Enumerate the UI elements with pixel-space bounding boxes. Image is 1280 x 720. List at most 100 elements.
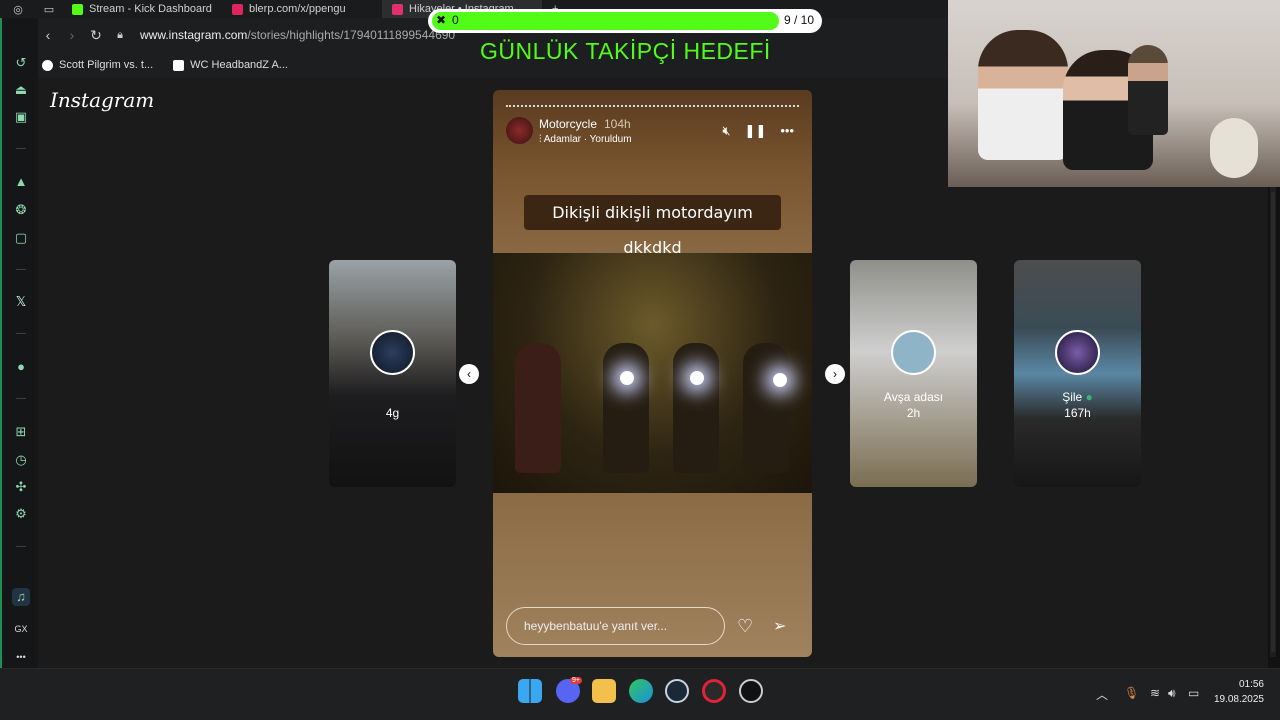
- story-music-label: Adamlar · Yoruldum: [543, 134, 632, 145]
- x-icon[interactable]: 𝕏: [12, 293, 30, 311]
- settings-icon[interactable]: ⚙: [12, 505, 30, 523]
- tray-chevron-icon[interactable]: ︿: [1096, 686, 1108, 703]
- aria-icon[interactable]: ⏏: [12, 81, 30, 99]
- bookmark-label: Scott Pilgrim vs. t...: [59, 59, 154, 71]
- scroll-thumb[interactable]: [1271, 192, 1275, 652]
- card-avatar: [1055, 330, 1100, 375]
- rider-figure: [673, 343, 719, 473]
- heart-icon[interactable]: ♡: [737, 616, 753, 637]
- rider-figure: [603, 343, 649, 473]
- clock-time: 01:56: [1238, 679, 1264, 690]
- sidebar-divider: —: [16, 264, 26, 275]
- tab-label: blerp.com/x/ppengu: [249, 3, 346, 15]
- headlight: [620, 371, 634, 385]
- messenger-icon[interactable]: ▣: [12, 108, 30, 126]
- card-label: Şile ●: [1014, 390, 1141, 404]
- story-card-sile[interactable]: Şile ● 167h: [1014, 260, 1141, 487]
- microphone-icon[interactable]: 🎙︎: [1124, 686, 1139, 700]
- instagram-logo[interactable]: Instagram: [50, 88, 154, 112]
- battery-icon[interactable]: ▭: [1188, 686, 1199, 700]
- card-avatar: [891, 330, 936, 375]
- clock-date: 19.08.2025: [1213, 694, 1264, 705]
- taskbar: 9+ ︿ 🎙︎ ≋ 🔊︎ ▭ 01:56 19.08.2025: [0, 668, 1280, 720]
- bookmark-wc-headbandz[interactable]: WC HeadbandZ A...: [173, 59, 288, 71]
- globe-icon: ●: [1085, 390, 1093, 404]
- story-caption: Dikişli dikişli motordayım dkkdkd: [524, 195, 781, 257]
- story-avatar[interactable]: [506, 117, 533, 144]
- opera-gx-icon[interactable]: [702, 679, 726, 703]
- url-field[interactable]: www.instagram.com/stories/highlights/179…: [140, 28, 455, 42]
- bookmark-scott-pilgrim[interactable]: Scott Pilgrim vs. t...: [42, 59, 153, 71]
- pause-icon[interactable]: ❚❚: [745, 123, 767, 139]
- reload-icon[interactable]: ↻: [84, 27, 108, 44]
- instagram-favicon-icon: [392, 3, 403, 15]
- goal-title: GÜNLÜK TAKİPÇİ HEDEFİ: [480, 38, 771, 64]
- url-path: /stories/highlights/17940111899544690: [247, 28, 456, 42]
- story-photo: [493, 253, 812, 493]
- previous-story-button[interactable]: ‹: [459, 364, 479, 384]
- story-viewer[interactable]: Motorcycle 104h ⫶ Adamlar · Yoruldum 🔇︎ …: [493, 90, 812, 657]
- rider-figure: [515, 343, 561, 473]
- next-story-button[interactable]: ›: [825, 364, 845, 384]
- follower-goal-bar: ✖ 0 9 / 10: [428, 9, 822, 33]
- more-options-icon[interactable]: •••: [780, 123, 794, 139]
- workspaces-icon[interactable]: ⊞: [12, 423, 30, 441]
- mute-icon[interactable]: 🔇︎: [722, 123, 730, 139]
- forward-arrow-icon[interactable]: ›: [60, 27, 84, 43]
- streamer-person: [1128, 45, 1168, 135]
- steam-icon[interactable]: [665, 679, 689, 703]
- volume-icon[interactable]: 🔊︎: [1168, 686, 1176, 701]
- twitch-icon[interactable]: ▢: [12, 229, 30, 247]
- tab-manager-icon[interactable]: ▭: [36, 3, 62, 16]
- system-clock[interactable]: 01:56 19.08.2025: [1214, 677, 1264, 707]
- card-label: Avşa adası: [883, 390, 944, 404]
- send-icon[interactable]: ➢: [773, 616, 786, 636]
- edge-icon[interactable]: [629, 679, 653, 703]
- page-scrollbar[interactable]: [1270, 187, 1276, 657]
- story-time: 104h: [604, 117, 631, 131]
- reply-input[interactable]: heyybenbatuu'e yanıt ver...: [506, 607, 725, 645]
- more-icon[interactable]: •••: [12, 648, 30, 666]
- clock-icon[interactable]: ◷: [12, 451, 30, 469]
- music-icon[interactable]: ♫: [12, 588, 30, 606]
- sidebar-divider: —: [16, 541, 26, 552]
- card-label-text: Şile: [1062, 390, 1083, 404]
- card-sublabel: 167h: [1064, 406, 1091, 420]
- arc-icon[interactable]: ▲: [12, 173, 30, 191]
- story-card-4g[interactable]: 4g: [329, 260, 456, 487]
- rider-figure: [743, 343, 789, 473]
- tab-blerp[interactable]: blerp.com/x/ppengu: [222, 0, 382, 18]
- file-explorer-icon[interactable]: [592, 679, 616, 703]
- card-avatar: [370, 330, 415, 375]
- gx-corner-button[interactable]: GX: [12, 620, 30, 638]
- kick-favicon-icon: [72, 3, 83, 15]
- google-favicon-icon: [42, 59, 53, 71]
- amazon-favicon-icon: [173, 59, 185, 71]
- tab-label: Stream - Kick Dashboard: [89, 3, 212, 15]
- obs-icon[interactable]: [739, 679, 763, 703]
- webcam-feed: [948, 0, 1280, 187]
- discord-badge: 9+: [570, 677, 582, 684]
- wifi-icon[interactable]: ≋: [1150, 686, 1160, 700]
- screen: ◎ ▭ Stream - Kick Dashboard blerp.com/x/…: [0, 0, 1280, 720]
- chatgpt-icon[interactable]: ❂: [12, 201, 30, 219]
- windows-start-icon[interactable]: [518, 679, 542, 703]
- story-username[interactable]: Motorcycle: [539, 117, 597, 131]
- story-music[interactable]: ⫶ Adamlar · Yoruldum: [539, 134, 632, 145]
- player-icon[interactable]: ●: [12, 358, 30, 376]
- story-card-avsa-adasi[interactable]: Avşa adası 2h: [850, 260, 977, 487]
- headlight: [773, 373, 787, 387]
- extensions-icon[interactable]: ✣: [12, 478, 30, 496]
- lock-icon: 🔒︎: [117, 28, 123, 41]
- opera-gx-logo-icon[interactable]: ◎: [0, 3, 36, 16]
- history-icon[interactable]: ↺: [12, 54, 30, 72]
- story-controls: 🔇︎ ❚❚ •••: [722, 123, 794, 139]
- sidebar-divider: —: [16, 393, 26, 404]
- url-domain: www.instagram.com: [140, 28, 248, 42]
- back-arrow-icon[interactable]: ‹: [36, 27, 60, 43]
- kick-logo-icon: ✖: [436, 13, 447, 27]
- goal-current: 0: [452, 13, 459, 27]
- tab-kick-dashboard[interactable]: Stream - Kick Dashboard: [62, 0, 222, 18]
- plush-toy: [1210, 118, 1258, 178]
- sidebar-divider: —: [16, 328, 26, 339]
